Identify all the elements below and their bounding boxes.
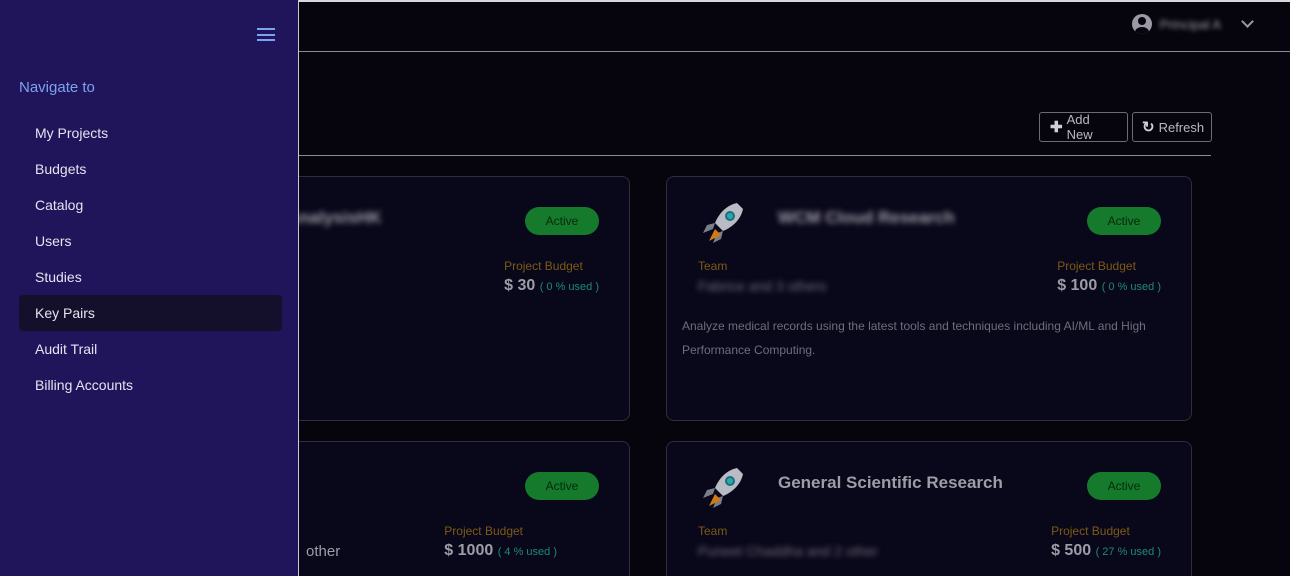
rocket-icon <box>703 203 743 243</box>
sidebar-item-users[interactable]: Users <box>19 223 282 259</box>
team-label: Team <box>698 259 728 273</box>
status-badge: Active <box>1087 472 1161 500</box>
budget-amount: $ 100 <box>1057 277 1098 294</box>
project-card[interactable]: General Scientific Research Active Team … <box>666 441 1192 576</box>
budget-value: $ 1000 ( 4 % used ) <box>444 542 557 560</box>
budget-value: $ 30 ( 0 % used ) <box>504 277 599 295</box>
status-badge: Active <box>525 472 599 500</box>
user-menu[interactable]: Principal A <box>1131 14 1254 34</box>
plus-icon: ✚ <box>1050 119 1063 136</box>
budget-label: Project Budget <box>1051 524 1130 538</box>
budget-used: ( 0 % used ) <box>1101 281 1161 293</box>
nav-list: My Projects Budgets Catalog Users Studie… <box>19 115 282 403</box>
user-circle-icon <box>1131 14 1152 34</box>
project-budget: Project Budget $ 500 ( 27 % used ) <box>1051 524 1161 560</box>
budget-amount: $ 1000 <box>444 542 494 559</box>
sidebar: Navigate to My Projects Budgets Catalog … <box>0 0 299 576</box>
budget-label: Project Budget <box>504 259 583 273</box>
project-budget: Project Budget $ 100 ( 0 % used ) <box>1057 259 1161 295</box>
sidebar-item-catalog[interactable]: Catalog <box>19 187 282 223</box>
project-description: Analyze medical records using the latest… <box>682 319 1146 357</box>
sidebar-item-audit-trail[interactable]: Audit Trail <box>19 331 282 367</box>
add-new-button[interactable]: ✚ Add New <box>1039 112 1128 142</box>
project-budget: Project Budget $ 1000 ( 4 % used ) <box>444 524 557 560</box>
budget-amount: $ 500 <box>1051 542 1092 559</box>
budget-label: Project Budget <box>1057 259 1136 273</box>
budget-used: ( 4 % used ) <box>497 546 557 558</box>
rocket-icon <box>703 468 743 508</box>
budget-used: ( 0 % used ) <box>539 281 599 293</box>
budget-amount: $ 30 <box>504 277 536 294</box>
team-members: Puneet Chaddha and 2 other <box>698 543 878 559</box>
sidebar-item-my-projects[interactable]: My Projects <box>19 115 282 151</box>
budget-used: ( 27 % used ) <box>1095 546 1161 558</box>
project-card[interactable]: WCM Cloud Research Active Team Fabrice a… <box>666 176 1192 421</box>
sidebar-item-key-pairs[interactable]: Key Pairs <box>19 295 282 331</box>
add-new-label: Add New <box>1066 112 1093 142</box>
refresh-icon: ↻ <box>1142 119 1155 136</box>
project-title[interactable]: WCM Cloud Research <box>778 208 955 228</box>
hamburger-menu-icon[interactable] <box>257 28 275 41</box>
team-members: other <box>306 543 341 560</box>
team-label: Team <box>698 524 728 538</box>
budget-value: $ 500 ( 27 % used ) <box>1051 542 1161 560</box>
status-badge: Active <box>525 207 599 235</box>
project-budget: Project Budget $ 30 ( 0 % used ) <box>504 259 599 295</box>
chevron-down-icon[interactable] <box>1241 15 1254 28</box>
budget-label: Project Budget <box>444 524 524 538</box>
project-title[interactable]: General Scientific Research <box>778 473 1003 493</box>
user-name: Principal A <box>1159 16 1221 32</box>
budget-value: $ 100 ( 0 % used ) <box>1057 277 1161 295</box>
sidebar-item-budgets[interactable]: Budgets <box>19 151 282 187</box>
project-title[interactable]: AnalysisHK <box>287 208 381 228</box>
sidebar-item-billing-accounts[interactable]: Billing Accounts <box>19 367 282 403</box>
status-badge: Active <box>1087 207 1161 235</box>
nav-title: Navigate to <box>19 79 95 96</box>
refresh-button[interactable]: ↻ Refresh <box>1132 112 1212 142</box>
team-members: Fabrice and 3 others <box>698 278 827 294</box>
sidebar-item-studies[interactable]: Studies <box>19 259 282 295</box>
refresh-label: Refresh <box>1158 119 1205 135</box>
